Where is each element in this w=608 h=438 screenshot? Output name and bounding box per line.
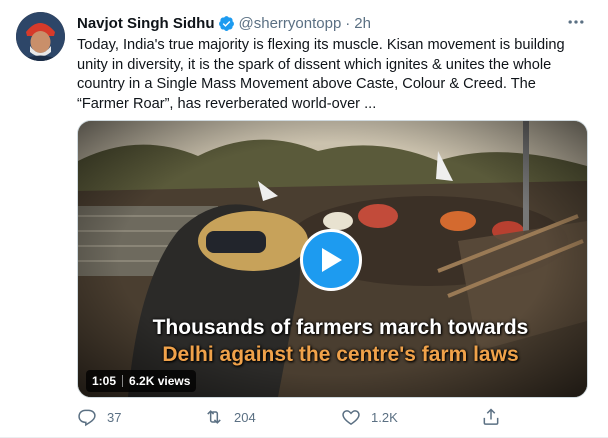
- share-icon: [483, 408, 499, 425]
- reply-button[interactable]: 37: [77, 405, 121, 429]
- play-button[interactable]: [300, 229, 362, 291]
- timestamp[interactable]: 2h: [354, 15, 371, 32]
- video-player[interactable]: Thousands of farmers march towards Delhi…: [77, 120, 588, 398]
- tweet-actions: 37 204 1.2K: [77, 405, 597, 429]
- avatar[interactable]: [16, 12, 65, 61]
- tweet-text-line: Today, India's true majority is flexing …: [77, 37, 565, 53]
- tweet-text: Today, India's true majority is flexing …: [77, 36, 593, 114]
- separator-dot: ·: [345, 14, 351, 32]
- retweet-icon: [207, 410, 221, 424]
- verified-badge-icon: [218, 15, 235, 32]
- tweet-card[interactable]: Navjot Singh Sidhu @sherryontopp · 2h To…: [0, 0, 608, 438]
- video-stats-badge: 1:05 6.2K views: [86, 370, 197, 392]
- play-icon: [322, 248, 342, 272]
- tweet-text-line: unity in diversity, it is the spark of d…: [77, 56, 552, 73]
- reply-count: 37: [107, 409, 122, 425]
- like-icon: [342, 410, 360, 425]
- author-name[interactable]: Navjot Singh Sidhu: [77, 15, 215, 32]
- reply-icon: [78, 409, 96, 427]
- tweet-header: Navjot Singh Sidhu @sherryontopp · 2h: [77, 13, 371, 33]
- author-handle[interactable]: @sherryontopp: [239, 15, 342, 32]
- retweet-button[interactable]: 204: [204, 405, 256, 429]
- video-caption-line-1: Thousands of farmers march towards: [152, 316, 529, 339]
- tweet-text-line: “Farmer Roar”, has reverberated world-ov…: [77, 95, 377, 112]
- video-caption-line-2: Delhi against the centre's farm laws: [162, 343, 519, 366]
- retweet-count: 204: [234, 409, 256, 425]
- like-button[interactable]: 1.2K: [341, 405, 398, 429]
- video-duration: 1:05: [92, 374, 117, 388]
- tweet-text-line: country in a Single Mass Movement above …: [77, 76, 536, 93]
- like-count: 1.2K: [371, 409, 398, 425]
- share-button[interactable]: [481, 405, 501, 429]
- video-views: 6.2K views: [129, 374, 191, 388]
- more-icon[interactable]: [563, 12, 589, 34]
- badge-divider: [122, 375, 124, 387]
